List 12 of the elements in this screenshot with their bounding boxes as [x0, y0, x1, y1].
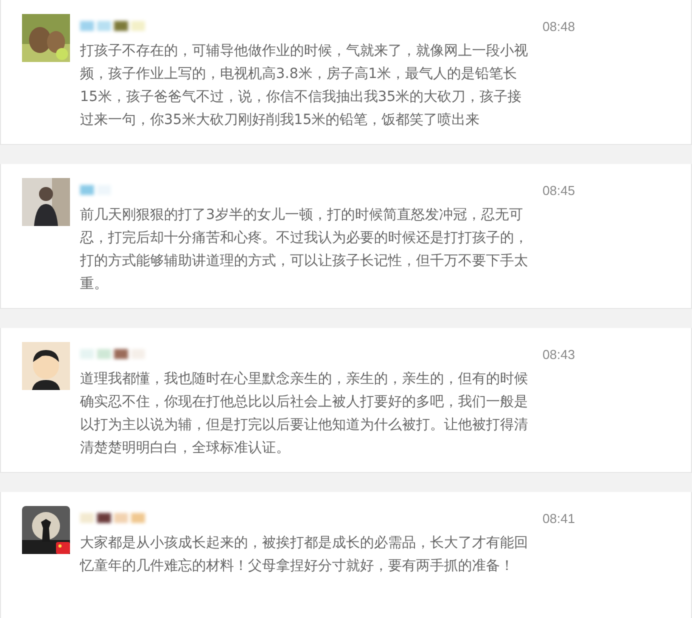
comment-text: 前几天刚狠狠的打了3岁半的女儿一顿，打的时候简直怒发冲冠，忍无可忍，打完后却十分痛苦和心疼。不过我认为必要的时候还是打打孩子的，打的方式能够辅助讲道理的方式，可以让孩子长记性，但千万不要下手太重。	[80, 206, 529, 294]
blurred-name	[80, 348, 145, 360]
blurred-name	[80, 184, 111, 196]
comment-time: 08:43	[542, 346, 575, 362]
comment-text: 打孩子不存在的，可辅导他做作业的时候，气就来了，就像网上一段小视频，孩子作业上写的，电视机高3.8米，房子高1米，最气人的是铅笔长15米，孩子爸爸气不过，说，你信不信我抽出我35米的大砍刀，孩子接过来一句，你35米大砍刀刚好削我15米的铅笔，饭都笑了喷出来	[80, 42, 529, 130]
comment-text: 道理我都懂，我也随时在心里默念亲生的，亲生的，亲生的，但有的时候确实忍不住，你现在打他总比以后社会上被人打要好的多吧，我们一般是以打为主以说为辅，但是打完以后要让他知道为什么被打。让他被打得清清楚楚明明白白，全球标准认证。	[80, 370, 529, 458]
comment-time: 08:48	[542, 18, 575, 34]
blurred-name	[80, 512, 145, 524]
blurred-name	[80, 20, 145, 32]
comment-time: 08:45	[542, 182, 575, 198]
comment-text: 大家都是从小孩成长起来的，被挨打都是成长的必需品，长大了才有能回忆童年的几件难忘的材料！父母拿捏好分寸就好，要有两手抓的准备！	[80, 534, 529, 576]
comment-time: 08:41	[542, 510, 575, 526]
